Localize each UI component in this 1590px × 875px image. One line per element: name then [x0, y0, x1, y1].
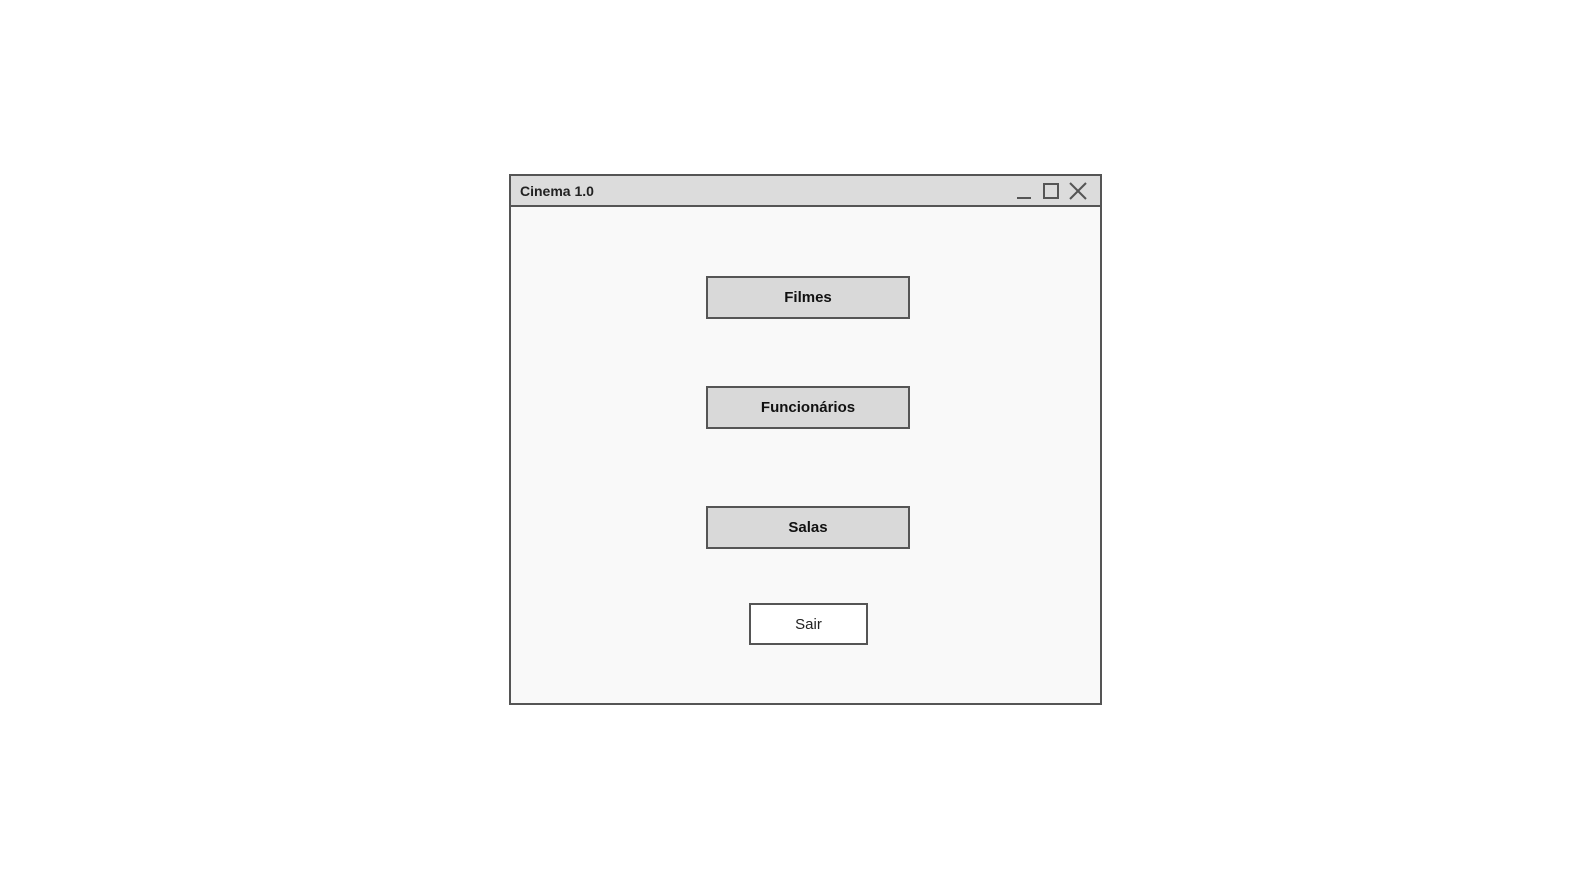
filmes-button[interactable]: Filmes — [706, 276, 910, 319]
window-title: Cinema 1.0 — [520, 183, 594, 199]
close-icon[interactable] — [1067, 180, 1089, 202]
salas-button[interactable]: Salas — [706, 506, 910, 549]
sair-button[interactable]: Sair — [749, 603, 868, 645]
minimize-icon[interactable] — [1013, 180, 1035, 202]
funcionarios-button[interactable]: Funcionários — [706, 386, 910, 429]
main-window: Cinema 1.0 Filmes Funcionários Salas Sai… — [509, 174, 1102, 705]
title-bar: Cinema 1.0 — [511, 176, 1100, 207]
maximize-icon[interactable] — [1040, 180, 1062, 202]
